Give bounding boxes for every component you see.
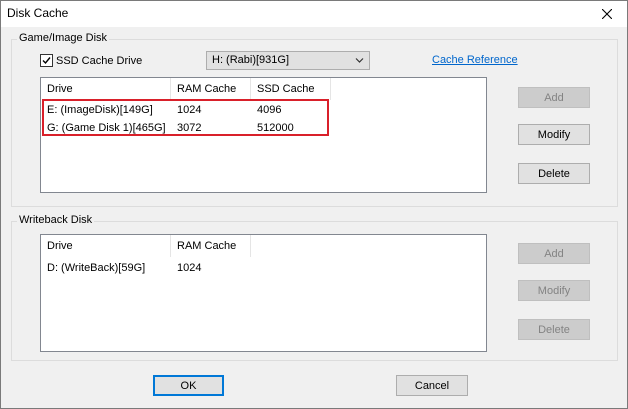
writeback-disk-list[interactable]: Drive RAM Cache D: (WriteBack)[59G] 1024 [40,234,487,352]
cancel-button[interactable]: Cancel [396,375,468,396]
close-button[interactable] [587,1,627,27]
checkmark-icon [42,57,51,65]
cell-ram-cache: 1024 [177,262,202,274]
ok-button[interactable]: OK [153,375,224,396]
ssd-cache-drive-checkbox[interactable]: SSD Cache Drive [40,54,142,67]
checkbox-box[interactable] [40,54,53,67]
title-bar[interactable]: Disk Cache [1,1,627,27]
disk-cache-dialog: Disk Cache Game/Image Disk SSD Cache Dri… [0,0,628,409]
column-header-drive[interactable]: Drive [41,235,171,257]
writeback-add-button[interactable]: Add [518,243,590,264]
table-row[interactable]: D: (WriteBack)[59G] 1024 [41,261,251,278]
game-image-disk-label: Game/Image Disk [17,32,110,44]
game-modify-button[interactable]: Modify [518,124,590,145]
window-title: Disk Cache [7,6,69,20]
column-header-ssd-cache[interactable]: SSD Cache [251,78,331,100]
column-header-drive[interactable]: Drive [41,78,171,100]
writeback-modify-button[interactable]: Modify [518,280,590,301]
writeback-disk-label: Writeback Disk [17,214,95,226]
ssd-drive-dropdown[interactable]: H: (Rabi)[931G] [206,51,370,70]
column-header-ram-cache[interactable]: RAM Cache [171,235,251,257]
ssd-cache-drive-label: SSD Cache Drive [56,54,143,67]
red-highlight-box [42,99,329,136]
game-add-button[interactable]: Add [518,87,590,108]
ssd-drive-value: H: (Rabi)[931G] [212,54,290,66]
cache-reference-link[interactable]: Cache Reference [432,54,518,66]
writeback-delete-button[interactable]: Delete [518,319,590,340]
column-header-ram-cache[interactable]: RAM Cache [171,78,251,100]
cell-drive: D: (WriteBack)[59G] [47,262,146,274]
close-icon [602,9,612,19]
game-delete-button[interactable]: Delete [518,163,590,184]
chevron-down-icon [355,58,364,63]
